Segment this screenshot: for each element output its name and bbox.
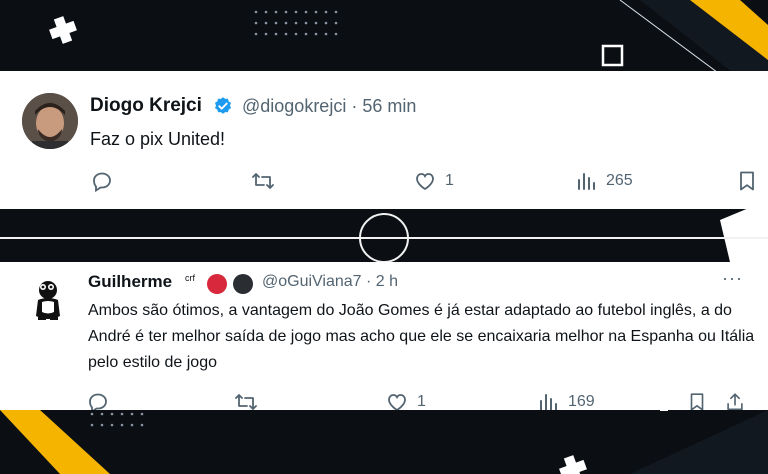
verified-badge-icon [215,97,231,114]
like-count: 1 [417,393,426,410]
retweet-icon [235,394,257,410]
bookmark-icon [740,171,754,191]
retweet-icon [252,173,274,189]
views-icon [578,173,595,190]
views-count: 169 [568,393,595,410]
retweet-button[interactable] [233,390,259,410]
tweet-card-2[interactable]: Guilherme crf @oGuiViana7 · 2 h ··· Ambo… [0,262,768,410]
flag-badge-red-icon [207,274,227,294]
views-button[interactable]: 265 [574,169,633,193]
views-button[interactable]: 169 [536,390,595,410]
views-icon [540,394,557,410]
retweet-button[interactable] [250,169,276,193]
bookmark-button[interactable] [686,390,708,410]
flag-badge-dark-icon [233,274,253,294]
reply-icon [89,393,107,410]
bookmark-button[interactable] [735,169,759,193]
author-name[interactable]: Diogo Krejci [90,95,202,117]
tweet-text: Faz o pix United! [90,129,226,149]
reply-icon [93,172,111,193]
author-name-superscript: crf [185,273,195,283]
reply-button[interactable] [86,390,110,410]
like-count: 1 [445,172,454,189]
share-button[interactable] [724,390,746,410]
like-icon [416,173,434,191]
like-button[interactable]: 1 [385,390,426,410]
bookmark-icon [690,393,704,410]
author-handle-time[interactable]: @oGuiViana7 · 2 h [262,273,398,291]
views-count: 265 [606,172,633,189]
tweet-card-1[interactable]: Diogo Krejci @diogokrejci · 56 min Faz o… [0,71,768,209]
like-button[interactable]: 1 [413,169,454,193]
share-icon [727,393,743,410]
reply-button[interactable] [90,169,114,193]
avatar[interactable] [20,270,76,326]
tweet-actions: 1 169 [0,390,768,410]
author-handle-time[interactable]: @diogokrejci · 56 min [242,96,416,117]
tweet-text: Ambos são ótimos, a vantagem do João Gom… [88,302,755,371]
like-icon [388,394,406,410]
avatar-image [20,270,76,326]
author-name[interactable]: Guilherme [88,272,172,292]
avatar[interactable] [22,93,78,149]
tweet-actions: 1 265 [0,169,768,195]
avatar-image [22,93,78,149]
center-circle [359,213,409,263]
more-options-icon[interactable]: ··· [722,268,743,289]
